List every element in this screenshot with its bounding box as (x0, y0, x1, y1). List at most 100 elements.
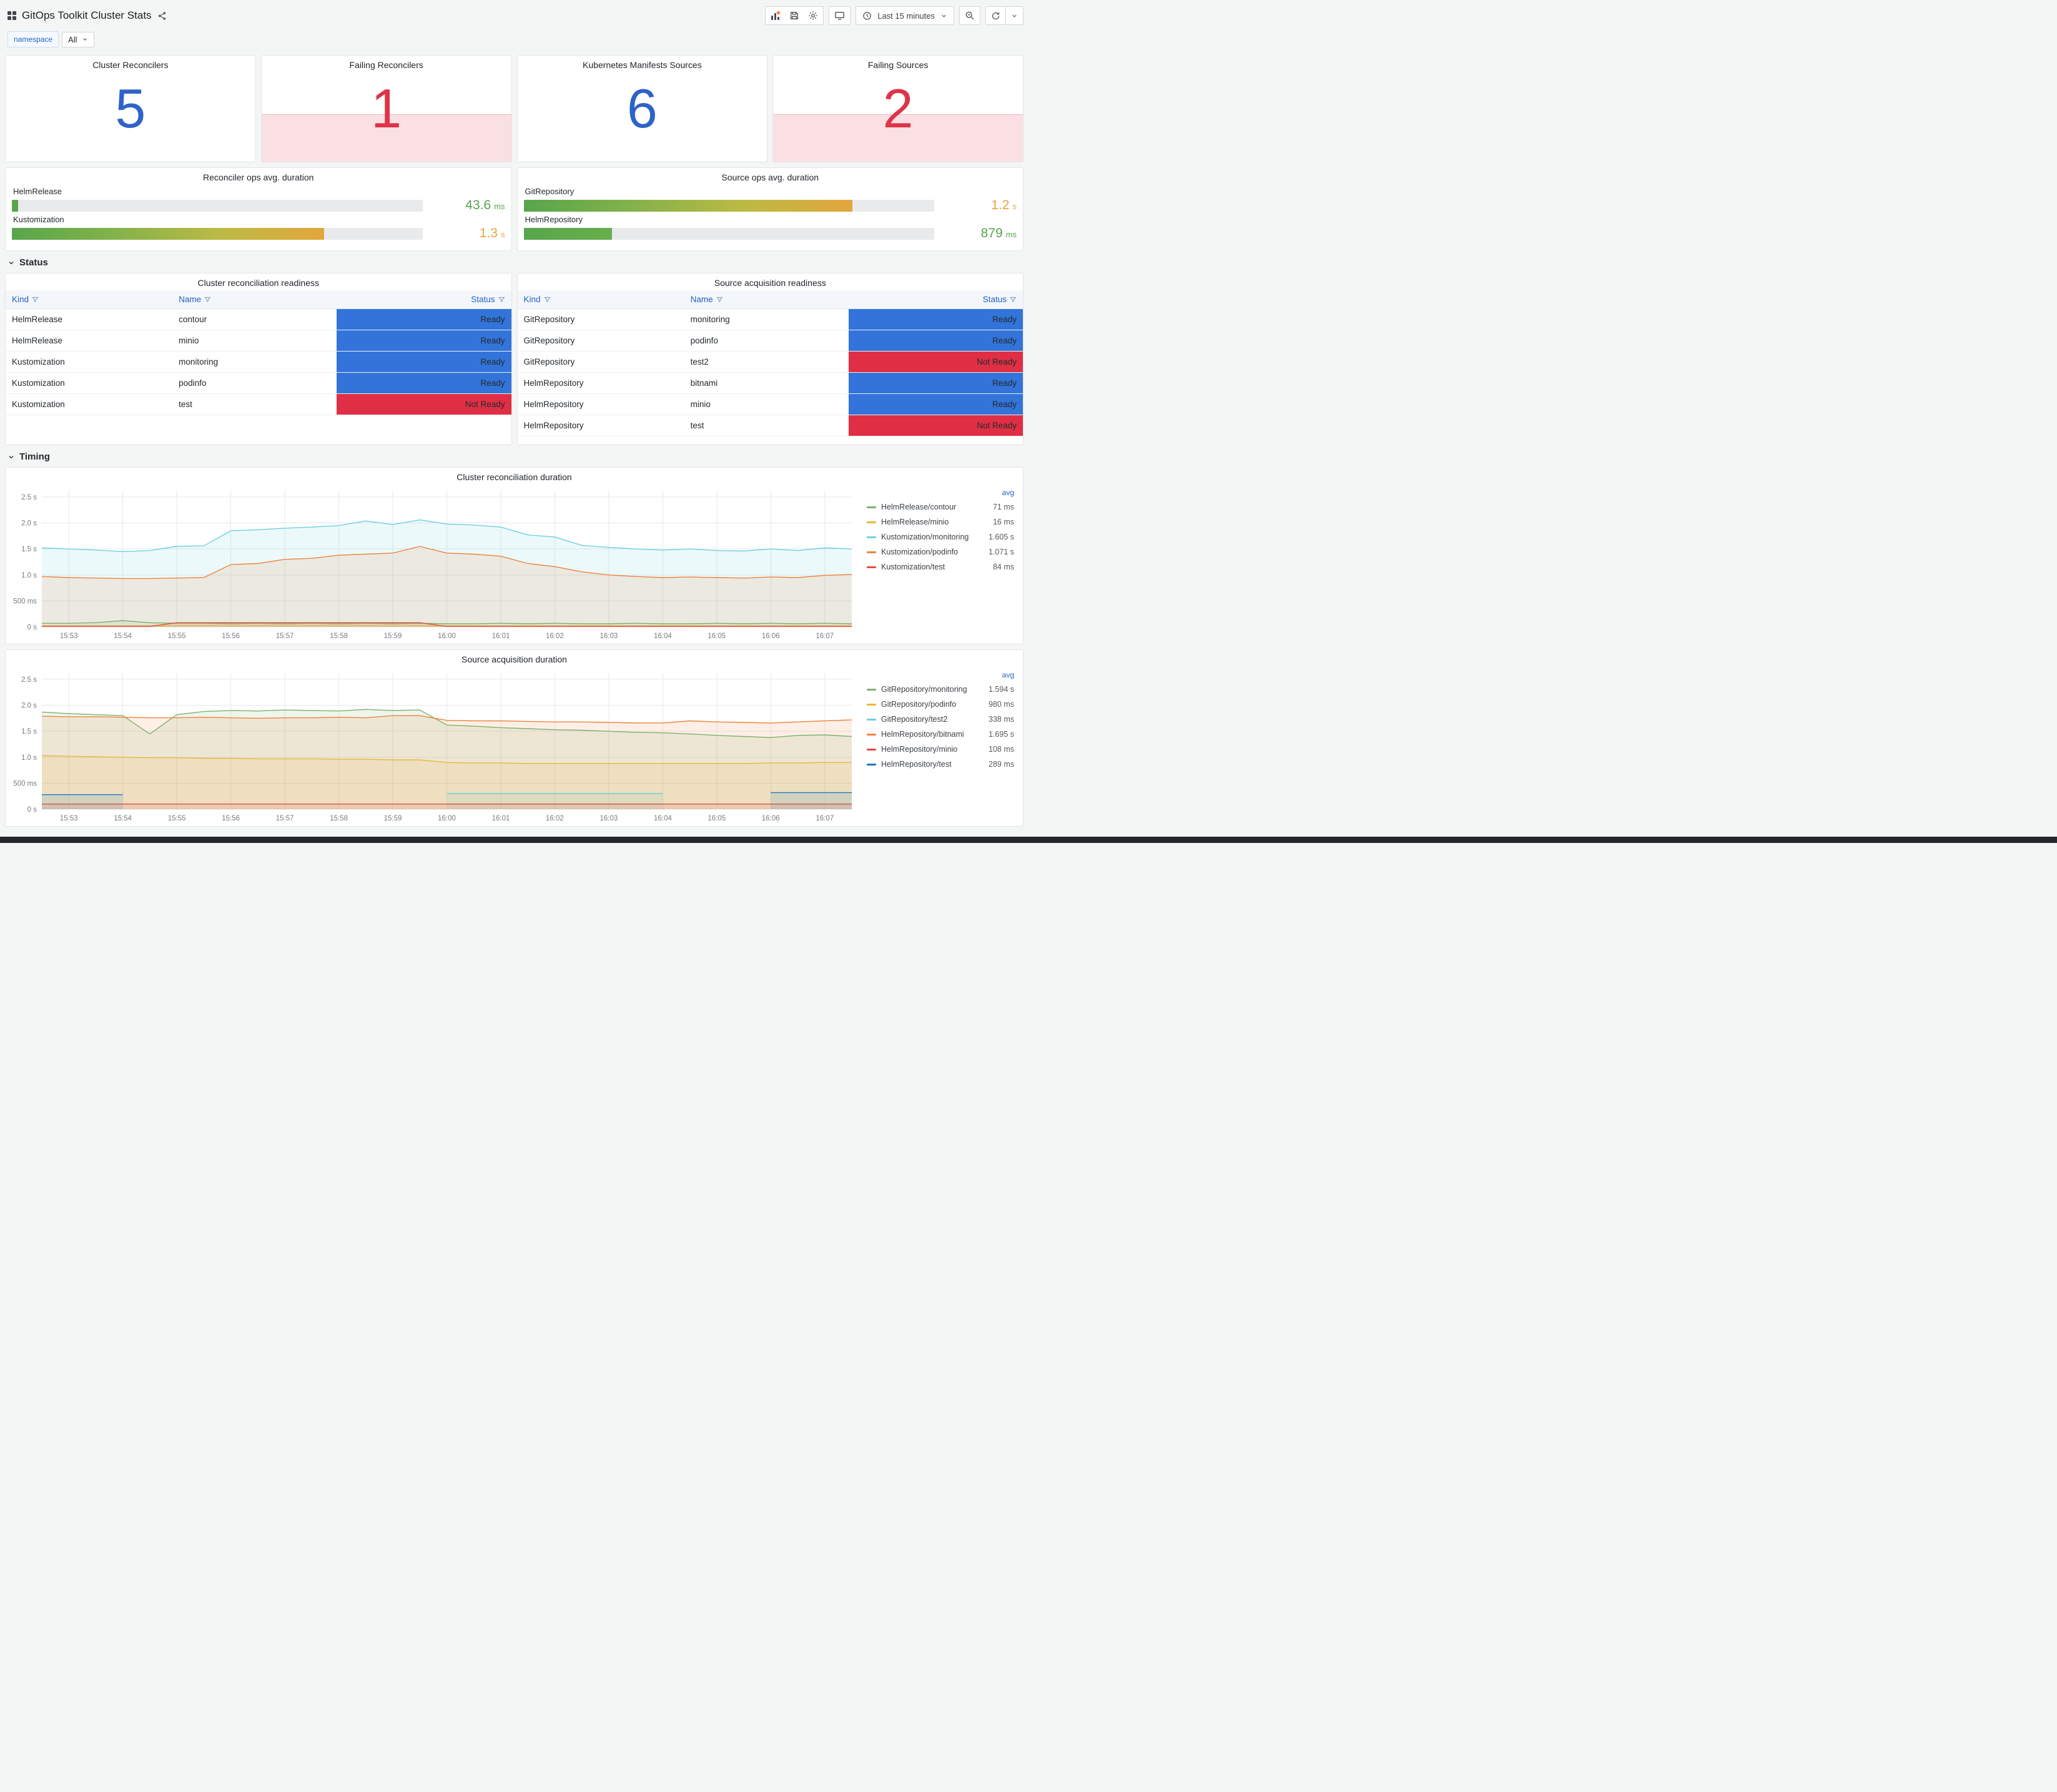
cycle-view-group (829, 6, 851, 25)
status-badge: Ready (337, 330, 511, 352)
cell-kind: Kustomization (6, 393, 173, 415)
series-name: GitRepository/test2 (881, 715, 948, 724)
cell-kind: HelmRelease (6, 330, 173, 352)
section-header-timing[interactable]: Timing (5, 451, 1024, 462)
legend-item[interactable]: HelmRepository/minio 108 ms (867, 742, 1014, 757)
time-series-plot: 0 s 500 ms 1.0 s 1.5 s 2.0 s 2.5 s 15:53 15:54 1… (13, 491, 852, 640)
variable-namespace-value-dropdown[interactable]: All (62, 31, 94, 47)
table-row: GitRepository monitoring Ready (517, 308, 1023, 330)
share-icon[interactable] (157, 11, 167, 21)
cell-name: podinfo (172, 372, 337, 394)
variable-namespace-label[interactable]: namespace (7, 31, 59, 47)
cell-name: test (172, 393, 337, 415)
svg-text:1.0 s: 1.0 s (21, 754, 37, 762)
bar-gauge-track (12, 199, 423, 212)
svg-text:0 s: 0 s (27, 624, 37, 631)
cell-name: contour (172, 308, 337, 330)
refresh-split-button (985, 6, 1024, 25)
svg-text:15:53: 15:53 (60, 815, 78, 822)
column-header-name[interactable]: Name (172, 290, 337, 309)
svg-text:16:02: 16:02 (546, 815, 564, 822)
panel-title: Failing Reconcilers (349, 60, 423, 70)
filter-icon[interactable] (1010, 296, 1017, 303)
time-series-chart: 0 s 500 ms 1.0 s 1.5 s 2.0 s 2.5 s 15:53 15:54 1… (8, 667, 859, 824)
cell-kind: HelmRepository (517, 393, 684, 415)
chevron-down-icon (82, 38, 87, 41)
column-header-status[interactable]: Status (337, 290, 511, 309)
column-header-kind[interactable]: Kind (517, 290, 684, 309)
column-header-name[interactable]: Name (684, 290, 849, 309)
table-row: GitRepository podinfo Ready (517, 330, 1023, 352)
column-header-status[interactable]: Status (848, 290, 1023, 309)
settings-gear-icon[interactable] (803, 7, 823, 24)
section-label: Status (19, 257, 48, 268)
series-name: HelmRepository/minio (881, 745, 958, 754)
svg-text:500 ms: 500 ms (13, 780, 37, 787)
series-color-mark (867, 566, 876, 568)
legend-item[interactable]: Kustomization/test 84 ms (867, 559, 1014, 574)
series-color-mark (867, 703, 876, 706)
table-row: HelmRepository test Not Ready (517, 415, 1023, 436)
svg-text:15:57: 15:57 (276, 633, 294, 640)
legend-item[interactable]: HelmRepository/bitnami 1.695 s (867, 727, 1014, 742)
chevron-down-icon (940, 12, 947, 19)
status-badge: Ready (848, 393, 1023, 415)
column-header-kind[interactable]: Kind (6, 290, 173, 309)
filter-icon[interactable] (498, 296, 505, 303)
series-name: Kustomization/monitoring (881, 533, 969, 541)
save-dashboard-button[interactable] (784, 7, 804, 24)
series-color-mark (867, 763, 876, 766)
refresh-icon[interactable] (986, 7, 1005, 24)
series-avg-value: 71 ms (992, 503, 1014, 511)
section-header-status[interactable]: Status (5, 257, 1024, 268)
tv-mode-icon[interactable] (829, 7, 850, 24)
legend-item[interactable]: Kustomization/monitoring 1.605 s (867, 529, 1014, 544)
svg-text:0 s: 0 s (27, 806, 37, 814)
svg-text:15:58: 15:58 (330, 633, 348, 640)
zoom-out-icon[interactable] (960, 7, 980, 24)
add-panel-button[interactable] (766, 7, 786, 24)
filter-icon[interactable] (32, 296, 39, 303)
panel-title: Kubernetes Manifests Sources (583, 60, 702, 70)
bar-gauge-track (523, 227, 934, 240)
cell-kind: HelmRepository (517, 372, 684, 394)
svg-text:2.0 s: 2.0 s (21, 702, 37, 710)
svg-text:15:53: 15:53 (60, 633, 78, 640)
svg-text:1.0 s: 1.0 s (21, 572, 37, 579)
apps-grid-icon[interactable] (7, 11, 16, 20)
svg-text:16:03: 16:03 (600, 633, 618, 640)
series-avg-value: 16 ms (992, 518, 1014, 526)
time-range-picker[interactable]: Last 15 minutes (856, 6, 954, 25)
panel-tools-group (765, 6, 824, 25)
cell-kind: GitRepository (517, 330, 684, 352)
status-badge: Ready (848, 372, 1023, 394)
panel-failing-sources: Failing Sources 2 (772, 55, 1024, 162)
legend-item[interactable]: HelmRelease/minio 16 ms (867, 514, 1014, 529)
panel-title: Source acquisition duration (461, 654, 567, 664)
status-badge: Ready (337, 372, 511, 394)
filter-icon[interactable] (204, 296, 211, 303)
legend-item[interactable]: HelmRelease/contour 71 ms (867, 500, 1014, 514)
filter-icon[interactable] (716, 296, 723, 303)
status-badge: Ready (848, 308, 1023, 330)
readiness-table: Kind Name Status GitRepository monitoring… (517, 290, 1023, 436)
series-avg-value: 980 ms (989, 700, 1014, 709)
legend-item[interactable]: GitRepository/podinfo 980 ms (867, 697, 1014, 712)
panel-source-acquisition-readiness: Source acquisition readiness Kind Name S… (516, 273, 1024, 445)
legend-item[interactable]: GitRepository/monitoring 1.594 s (867, 682, 1014, 697)
variable-namespace-value: All (68, 34, 77, 44)
legend-item[interactable]: HelmRepository/test 289 ms (867, 757, 1014, 772)
bar-gauge-track (523, 199, 934, 212)
legend-item[interactable]: GitRepository/test2 338 ms (867, 712, 1014, 727)
window-bottom-edge (0, 837, 2057, 843)
dashboard-header: GitOps Toolkit Cluster Stats Last 15 min… (5, 2, 1024, 29)
panel-failing-reconcilers: Failing Reconcilers 1 (260, 55, 512, 162)
filter-icon[interactable] (543, 296, 551, 303)
status-badge: Ready (337, 308, 511, 330)
refresh-interval-chevron-icon[interactable] (1006, 7, 1023, 24)
legend-item[interactable]: Kustomization/podinfo 1.071 s (867, 544, 1014, 559)
zoom-out-group (959, 6, 980, 25)
cell-kind: GitRepository (517, 351, 684, 373)
panel-cluster-reconciliation-duration: Cluster reconciliation duration 0 s 500 m… (5, 467, 1024, 644)
chart-legend: avg HelmRelease/contour 71 ms HelmRelease/m… (859, 485, 1020, 642)
